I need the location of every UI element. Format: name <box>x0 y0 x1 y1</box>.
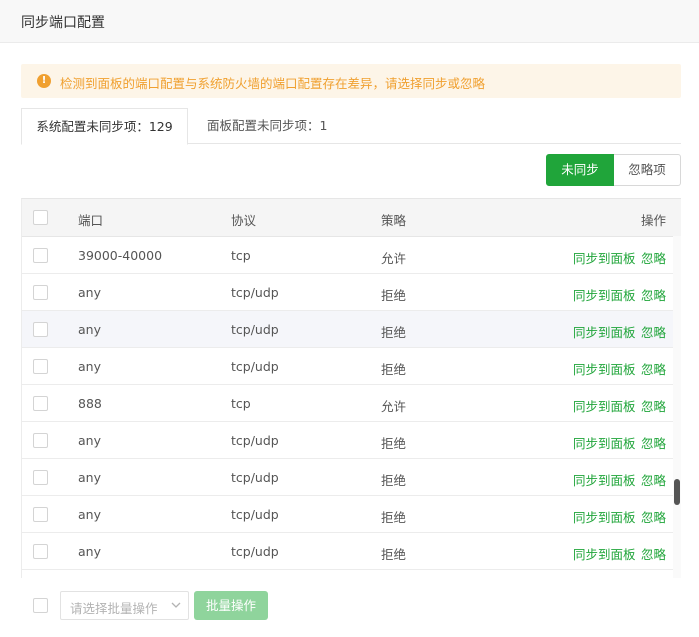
table-row: 39000-40000 tcp 允许 同步到面板 忽略 <box>22 237 674 274</box>
sync-to-panel-link[interactable]: 同步到面板 <box>573 285 636 304</box>
table-row: any tcp/udp 拒绝 同步到面板 忽略 <box>22 459 674 496</box>
sync-to-panel-link[interactable]: 同步到面板 <box>573 433 636 452</box>
header-port: 端口 <box>78 213 104 228</box>
sync-to-panel-link[interactable]: 同步到面板 <box>573 322 636 341</box>
warning-alert: ! 检测到面板的端口配置与系统防火墙的端口配置存在差异，请选择同步或忽略 <box>21 64 681 98</box>
scrollbar-thumb[interactable] <box>674 479 680 505</box>
sync-port-dialog: 同步端口配置 ! 检测到面板的端口配置与系统防火墙的端口配置存在差异，请选择同步… <box>0 0 699 637</box>
ignore-link[interactable]: 忽略 <box>641 322 666 341</box>
batch-action-select[interactable]: 请选择批量操作 <box>60 591 189 620</box>
ignore-link[interactable]: 忽略 <box>641 470 666 489</box>
sync-to-panel-link[interactable]: 同步到面板 <box>573 470 636 489</box>
cell-port: any <box>78 507 101 522</box>
cell-policy: 拒绝 <box>381 288 407 303</box>
cell-protocol: tcp <box>231 248 251 263</box>
table-body: 39000-40000 tcp 允许 同步到面板 忽略 any tcp/udp … <box>22 237 674 578</box>
ignored-filter-button[interactable]: 忽略项 <box>614 154 681 186</box>
cell-policy: 拒绝 <box>381 436 407 451</box>
table-scrollbar[interactable] <box>673 236 681 578</box>
table-row: any tcp/udp 拒绝 同步到面板 忽略 <box>22 348 674 385</box>
cell-policy: 允许 <box>381 251 407 266</box>
cell-port: any <box>78 322 101 337</box>
cell-policy: 拒绝 <box>381 362 407 377</box>
batch-select-placeholder: 请选择批量操作 <box>70 601 158 616</box>
tab-bar: 系统配置未同步项：129 面板配置未同步项：1 <box>21 108 681 145</box>
table-row: any tcp/udp 拒绝 同步到面板 忽略 <box>22 274 674 311</box>
table-row: 888 tcp 允许 同步到面板 忽略 <box>22 385 674 422</box>
cell-protocol: tcp/udp <box>231 433 279 448</box>
cell-policy: 拒绝 <box>381 510 407 525</box>
sync-to-panel-link[interactable]: 同步到面板 <box>573 396 636 415</box>
row-checkbox[interactable] <box>33 248 48 263</box>
header-protocol: 协议 <box>231 213 257 228</box>
cell-policy: 拒绝 <box>381 325 407 340</box>
cell-policy: 拒绝 <box>381 547 407 562</box>
dialog-header: 同步端口配置 <box>0 0 699 43</box>
sync-to-panel-link[interactable]: 同步到面板 <box>573 507 636 526</box>
cell-port: any <box>78 359 101 374</box>
dialog-title: 同步端口配置 <box>21 15 105 31</box>
cell-policy: 拒绝 <box>381 473 407 488</box>
tab-panel-unsynced[interactable]: 面板配置未同步项：1 <box>188 108 346 144</box>
row-checkbox[interactable] <box>33 359 48 374</box>
ignore-link[interactable]: 忽略 <box>641 507 666 526</box>
warning-circle-icon: ! <box>37 74 51 88</box>
row-checkbox[interactable] <box>33 544 48 559</box>
ignore-link[interactable]: 忽略 <box>641 544 666 563</box>
select-all-checkbox[interactable] <box>33 210 48 225</box>
cell-protocol: tcp/udp <box>231 470 279 485</box>
row-checkbox[interactable] <box>33 507 48 522</box>
port-table: 端口 协议 策略 操作 39000-40000 tcp 允许 同步到面板 忽略 … <box>21 198 681 578</box>
cell-port: any <box>78 544 101 559</box>
batch-action-button[interactable]: 批量操作 <box>194 591 268 620</box>
header-actions: 操作 <box>641 213 667 228</box>
cell-port: 888 <box>78 396 102 411</box>
ignore-link[interactable]: 忽略 <box>641 359 666 378</box>
row-checkbox[interactable] <box>33 285 48 300</box>
sync-to-panel-link[interactable]: 同步到面板 <box>573 359 636 378</box>
sync-to-panel-link[interactable]: 同步到面板 <box>573 544 636 563</box>
cell-policy: 允许 <box>381 399 407 414</box>
cell-protocol: tcp/udp <box>231 507 279 522</box>
unsynced-filter-button[interactable]: 未同步 <box>546 154 614 186</box>
table-row: any tcp/udp 拒绝 同步到面板 忽略 <box>22 311 674 348</box>
table-header: 端口 协议 策略 操作 <box>22 199 681 237</box>
row-checkbox[interactable] <box>33 396 48 411</box>
header-policy: 策略 <box>381 213 407 228</box>
cell-port: 39000-40000 <box>78 248 163 263</box>
ignore-link[interactable]: 忽略 <box>641 433 666 452</box>
ignore-link[interactable]: 忽略 <box>641 285 666 304</box>
sync-to-panel-link[interactable]: 同步到面板 <box>573 248 636 267</box>
cell-port: any <box>78 433 101 448</box>
table-row: any tcp/udp 拒绝 同步到面板 忽略 <box>22 496 674 533</box>
cell-protocol: tcp <box>231 396 251 411</box>
table-row: any tcp/udp 拒绝 同步到面板 忽略 <box>22 422 674 459</box>
alert-text: 检测到面板的端口配置与系统防火墙的端口配置存在差异，请选择同步或忽略 <box>60 76 486 91</box>
ignore-link[interactable]: 忽略 <box>641 248 666 267</box>
row-checkbox[interactable] <box>33 322 48 337</box>
ignore-link[interactable]: 忽略 <box>641 396 666 415</box>
tab-system-unsynced[interactable]: 系统配置未同步项：129 <box>21 108 188 145</box>
cell-protocol: tcp/udp <box>231 285 279 300</box>
cell-port: any <box>78 470 101 485</box>
footer-select-all-checkbox[interactable] <box>33 598 48 613</box>
cell-protocol: tcp/udp <box>231 322 279 337</box>
chevron-down-icon <box>171 602 181 608</box>
row-checkbox[interactable] <box>33 470 48 485</box>
cell-port: any <box>78 285 101 300</box>
cell-protocol: tcp/udp <box>231 359 279 374</box>
row-checkbox[interactable] <box>33 433 48 448</box>
table-row: any tcp/udp 拒绝 同步到面板 忽略 <box>22 533 674 570</box>
cell-protocol: tcp/udp <box>231 544 279 559</box>
